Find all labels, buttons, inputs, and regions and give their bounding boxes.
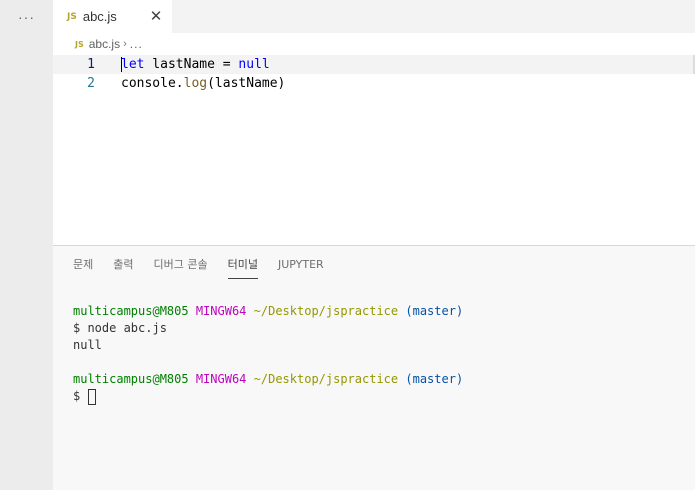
editor-tab-bar: JS abc.js ✕ — [53, 0, 695, 33]
line-number: 1 — [87, 57, 95, 72]
tab-terminal[interactable]: 터미널 — [227, 256, 259, 279]
terminal-input-line[interactable]: $ — [73, 388, 683, 405]
vscode-window: ··· JS abc.js ✕ JS abc.js › ... 1 let la… — [0, 0, 695, 490]
null-token: null — [230, 57, 270, 72]
arguments-token: (lastName) — [207, 76, 286, 91]
terminal-path: ~/Desktop/jspractice — [253, 304, 399, 318]
tab-problems[interactable]: 문제 — [73, 256, 93, 274]
terminal-command: $ node abc.js — [73, 321, 167, 335]
tab-output[interactable]: 출력 — [113, 256, 133, 274]
tab-abc-js[interactable]: JS abc.js ✕ — [53, 0, 172, 33]
terminal-env: MINGW64 — [195, 372, 247, 386]
terminal-prompt-line: multicampus@M805 MINGW64 ~/Desktop/jspra… — [73, 371, 683, 388]
breadcrumb-more[interactable]: ... — [130, 37, 143, 51]
terminal-cursor — [88, 388, 97, 405]
terminal-path: ~/Desktop/jspractice — [253, 372, 399, 386]
breadcrumb-file[interactable]: abc.js — [89, 37, 120, 51]
terminal-branch: (master) — [405, 372, 464, 386]
javascript-file-icon: JS — [75, 39, 84, 49]
breadcrumb: JS abc.js › ... — [53, 33, 695, 55]
operator-token: = — [222, 57, 231, 72]
terminal-output[interactable]: multicampus@M805 MINGW64 ~/Desktop/jspra… — [73, 303, 683, 483]
code-text[interactable]: console.log(lastName) — [121, 74, 285, 93]
terminal-result: null — [73, 338, 102, 352]
terminal-env: MINGW64 — [195, 304, 247, 318]
bottom-panel: 문제 출력 디버그 콘솔 터미널 JUPYTER multicampus@M80… — [53, 245, 695, 490]
code-line[interactable]: 2 console.log(lastName) — [53, 74, 695, 93]
javascript-file-icon: JS — [67, 11, 77, 22]
code-text[interactable]: let lastName = null — [121, 55, 270, 74]
terminal-branch: (master) — [405, 304, 464, 318]
keyword-token: let — [121, 57, 145, 72]
terminal-user: multicampus@M805 — [73, 372, 189, 386]
chevron-right-icon: › — [123, 38, 127, 50]
line-number: 2 — [87, 76, 95, 91]
terminal-prompt-line: multicampus@M805 MINGW64 ~/Desktop/jspra… — [73, 303, 683, 320]
tab-label: abc.js — [82, 9, 117, 24]
tab-jupyter[interactable]: JUPYTER — [278, 258, 324, 273]
code-editor[interactable]: 1 let lastName = null 2 console.log(last… — [53, 55, 695, 245]
panel-tabs: 문제 출력 디버그 콘솔 터미널 JUPYTER — [53, 246, 695, 284]
more-actions-icon[interactable]: ··· — [0, 0, 53, 33]
identifier-token: lastName — [144, 57, 223, 72]
tab-debug-console[interactable]: 디버그 콘솔 — [154, 256, 208, 274]
object-token: console. — [121, 76, 184, 91]
terminal-input-prompt: $ — [73, 389, 88, 403]
code-line[interactable]: 1 let lastName = null — [53, 55, 695, 74]
function-token: log — [183, 76, 208, 91]
sidebar-strip: ··· — [0, 0, 53, 490]
terminal-user: multicampus@M805 — [73, 304, 189, 318]
close-icon[interactable]: ✕ — [148, 8, 164, 25]
